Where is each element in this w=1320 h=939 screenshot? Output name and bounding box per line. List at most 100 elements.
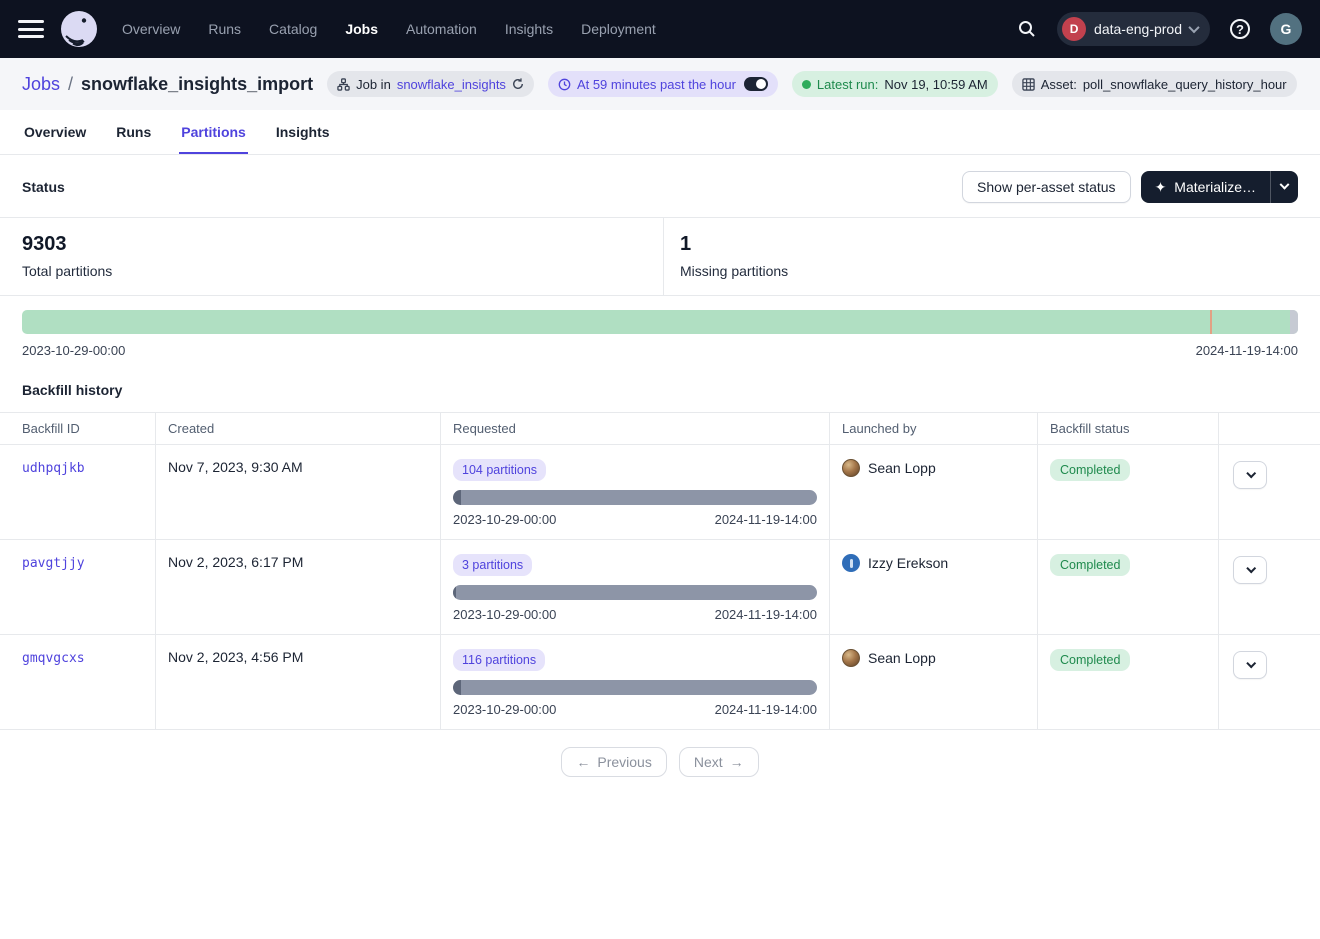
total-partitions-value: 9303	[22, 233, 641, 256]
backfill-range-bar	[453, 680, 817, 695]
range-start-label: 2023-10-29-00:00	[22, 343, 125, 358]
clock-icon	[558, 78, 571, 91]
created-cell: Nov 2, 2023, 4:56 PM	[155, 635, 440, 729]
backfill-range-start: 2023-10-29-00:00	[453, 702, 556, 717]
backfill-history-title: Backfill history	[0, 358, 1320, 412]
requested-cell: 3 partitions 2023-10-29-00:00 2024-11-19…	[440, 540, 829, 634]
schedule-toggle[interactable]	[744, 77, 768, 91]
refresh-icon[interactable]	[512, 78, 524, 90]
tab-overview[interactable]: Overview	[22, 110, 88, 154]
total-partitions-label: Total partitions	[22, 263, 641, 279]
tab-partitions[interactable]: Partitions	[179, 110, 248, 154]
nav-item-automation[interactable]: Automation	[406, 21, 477, 37]
backfill-table-header: Backfill ID Created Requested Launched b…	[0, 413, 1320, 445]
top-nav: Overview Runs Catalog Jobs Automation In…	[0, 0, 1320, 58]
backfill-table: Backfill ID Created Requested Launched b…	[0, 412, 1320, 730]
status-section-title: Status	[22, 179, 65, 195]
status-badge: Completed	[1050, 554, 1130, 576]
missing-partitions-stat: 1 Missing partitions	[663, 218, 810, 295]
previous-page-button[interactable]: ← Previous	[561, 747, 666, 777]
main-nav-links: Overview Runs Catalog Jobs Automation In…	[122, 21, 656, 37]
user-initial-avatar	[842, 554, 860, 572]
job-repo-link[interactable]: snowflake_insights	[397, 77, 506, 92]
chevron-down-icon	[1246, 658, 1256, 668]
row-actions-button[interactable]	[1233, 651, 1267, 679]
deployment-name: data-eng-prod	[1094, 21, 1182, 37]
job-badge: Job in snowflake_insights	[327, 71, 534, 97]
tab-runs[interactable]: Runs	[114, 110, 153, 154]
deployment-switcher[interactable]: D data-eng-prod	[1057, 12, 1210, 46]
partition-stats: 9303 Total partitions 1 Missing partitio…	[0, 217, 1320, 296]
nav-item-overview[interactable]: Overview	[122, 21, 180, 37]
show-per-asset-status-button[interactable]: Show per-asset status	[962, 171, 1131, 203]
next-label: Next	[694, 754, 723, 770]
missing-partitions-value: 1	[680, 233, 788, 256]
backfill-id-link[interactable]: udhpqjkb	[22, 461, 85, 476]
latest-run-badge: Latest run: Nov 19, 10:59 AM	[792, 71, 998, 97]
launched-by-cell: Izzy Erekson	[842, 554, 1025, 572]
backfill-id-link[interactable]: pavgtjjy	[22, 556, 85, 571]
range-end-label: 2024-11-19-14:00	[1196, 343, 1298, 358]
column-header-created: Created	[155, 413, 440, 444]
job-graph-icon	[337, 78, 350, 91]
total-partitions-stat: 9303 Total partitions	[0, 218, 663, 295]
backfill-range-bar	[453, 490, 817, 505]
partition-count-badge[interactable]: 3 partitions	[453, 554, 532, 576]
asset-label: Asset:	[1041, 77, 1077, 92]
breadcrumb-separator: /	[68, 74, 73, 95]
dagster-logo-icon[interactable]	[60, 10, 98, 48]
materialize-split-button: ✦ Materialize…	[1141, 171, 1298, 203]
partition-count-badge[interactable]: 116 partitions	[453, 649, 545, 671]
backfill-range-bar	[453, 585, 817, 600]
partition-count-badge[interactable]: 104 partitions	[453, 459, 546, 481]
tab-insights[interactable]: Insights	[274, 110, 332, 154]
page-title: snowflake_insights_import	[81, 74, 313, 95]
table-row: pavgtjjy Nov 2, 2023, 6:17 PM 3 partitio…	[0, 540, 1320, 635]
column-header-actions	[1218, 413, 1320, 444]
materialize-dropdown-button[interactable]	[1270, 171, 1298, 203]
column-header-requested: Requested	[440, 413, 829, 444]
row-actions-button[interactable]	[1233, 461, 1267, 489]
nav-item-insights[interactable]: Insights	[505, 21, 553, 37]
table-row: gmqvgcxs Nov 2, 2023, 4:56 PM 116 partit…	[0, 635, 1320, 730]
user-avatar[interactable]: G	[1270, 13, 1302, 45]
column-header-backfill-id: Backfill ID	[0, 413, 155, 444]
requested-cell: 116 partitions 2023-10-29-00:00 2024-11-…	[440, 635, 829, 729]
backfill-range-end: 2024-11-19-14:00	[715, 512, 817, 527]
row-actions-button[interactable]	[1233, 556, 1267, 584]
asset-link[interactable]: poll_snowflake_query_history_hour	[1083, 77, 1287, 92]
nav-item-jobs[interactable]: Jobs	[345, 21, 378, 37]
user-photo-avatar	[842, 459, 860, 477]
breadcrumb: Jobs / snowflake_insights_import	[22, 74, 313, 95]
launched-by-name: Izzy Erekson	[868, 555, 948, 571]
search-icon[interactable]	[1011, 13, 1043, 45]
next-page-button[interactable]: Next →	[679, 747, 759, 777]
chevron-down-icon	[1246, 563, 1256, 573]
missing-partition-segment	[1290, 310, 1298, 334]
hamburger-menu-icon[interactable]	[18, 20, 44, 38]
pagination: ← Previous Next →	[0, 747, 1320, 777]
materialize-button-label: Materialize…	[1174, 179, 1256, 195]
nav-item-catalog[interactable]: Catalog	[269, 21, 317, 37]
materialize-button[interactable]: ✦ Materialize…	[1141, 171, 1270, 203]
breadcrumb-jobs-link[interactable]: Jobs	[22, 74, 60, 95]
backfill-id-link[interactable]: gmqvgcxs	[22, 651, 85, 666]
launched-by-name: Sean Lopp	[868, 460, 936, 476]
launched-by-cell: Sean Lopp	[842, 459, 1025, 477]
launched-by-name: Sean Lopp	[868, 650, 936, 666]
launched-by-cell: Sean Lopp	[842, 649, 1025, 667]
sparkle-icon: ✦	[1155, 180, 1167, 194]
nav-item-runs[interactable]: Runs	[208, 21, 241, 37]
column-header-launched-by: Launched by	[829, 413, 1037, 444]
partition-status-bar[interactable]	[22, 310, 1298, 334]
latest-run-time[interactable]: Nov 19, 10:59 AM	[884, 77, 987, 92]
breadcrumb-bar: Jobs / snowflake_insights_import Job in …	[0, 58, 1320, 110]
table-row: udhpqjkb Nov 7, 2023, 9:30 AM 104 partit…	[0, 445, 1320, 540]
nav-item-deployment[interactable]: Deployment	[581, 21, 656, 37]
backfill-range-start: 2023-10-29-00:00	[453, 512, 556, 527]
partition-health-section: 2023-10-29-00:00 2024-11-19-14:00	[0, 296, 1320, 358]
backfill-range-end: 2024-11-19-14:00	[715, 607, 817, 622]
help-icon[interactable]: ?	[1224, 13, 1256, 45]
failed-partition-marker	[1210, 310, 1212, 334]
created-cell: Nov 7, 2023, 9:30 AM	[155, 445, 440, 539]
